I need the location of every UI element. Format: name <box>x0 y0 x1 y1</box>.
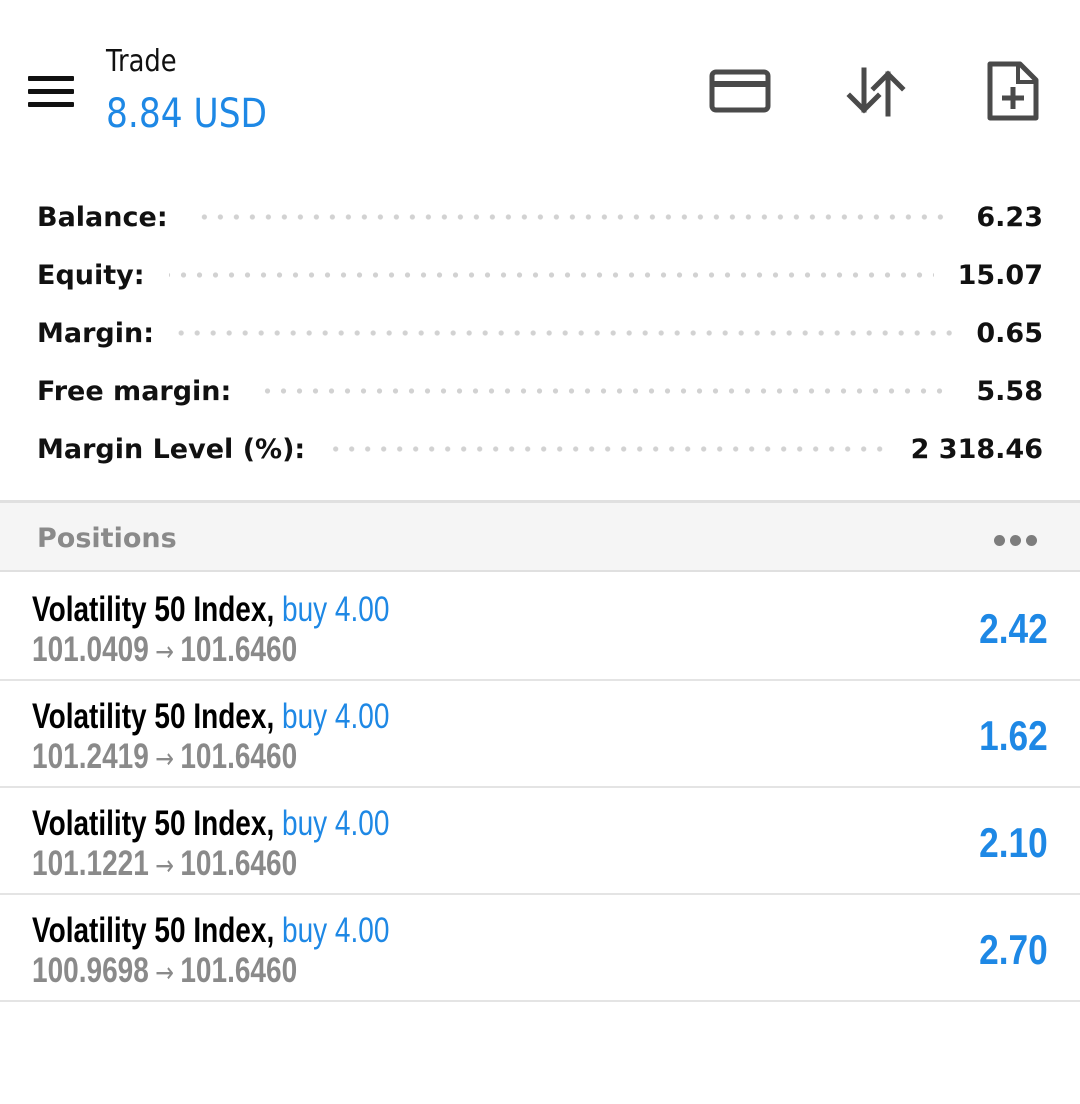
open-price: 101.2419 <box>32 737 149 776</box>
position-title: Volatility 50 Index, buy 4.00 <box>32 588 389 632</box>
position-title: Volatility 50 Index, buy 4.00 <box>32 802 389 846</box>
position-title: Volatility 50 Index, buy 4.00 <box>32 909 389 953</box>
position-profit: 2.10 <box>979 819 1048 866</box>
dot-leader <box>191 214 953 220</box>
position-symbol: Volatility 50 Index, <box>32 804 275 843</box>
arrow-right-icon: → <box>155 742 174 775</box>
position-direction: buy 4.00 <box>282 804 390 843</box>
summary-row-balance: Balance: 6.23 <box>37 188 1043 246</box>
menu-icon[interactable] <box>26 72 78 112</box>
position-row[interactable]: Volatility 50 Index, buy 4.00 101.0409 → 1… <box>0 574 1080 681</box>
dot-leader <box>255 388 953 394</box>
position-row[interactable]: Volatility 50 Index, buy 4.00 101.2419 → 1… <box>0 681 1080 788</box>
position-profit: 2.70 <box>979 926 1048 973</box>
new-order-button[interactable] <box>980 60 1044 124</box>
arrow-right-icon: → <box>155 956 174 989</box>
account-summary: Balance: 6.23 Equity: 15.07 Margin: 0.65… <box>37 188 1043 478</box>
summary-value: 15.07 <box>957 259 1043 291</box>
position-profit: 2.42 <box>979 605 1048 652</box>
summary-row-margin: Margin: 0.65 <box>37 304 1043 362</box>
more-options-icon[interactable] <box>992 525 1040 555</box>
position-prices: 101.2419 → 101.6460 <box>32 736 297 780</box>
deposit-button[interactable] <box>708 60 772 124</box>
position-prices: 101.0409 → 101.6460 <box>32 629 297 673</box>
summary-value: 0.65 <box>976 317 1043 349</box>
positions-list: Volatility 50 Index, buy 4.00 101.0409 → 1… <box>0 574 1080 1002</box>
positions-header: Positions <box>0 500 1080 572</box>
sort-icon <box>846 67 906 117</box>
summary-label: Free margin: <box>37 375 232 407</box>
arrow-right-icon: → <box>155 635 174 668</box>
position-prices: 100.9698 → 101.6460 <box>32 950 297 994</box>
dot-leader <box>178 330 953 336</box>
summary-value: 6.23 <box>976 201 1043 233</box>
open-price: 101.1221 <box>32 844 149 883</box>
current-price: 101.6460 <box>180 844 298 883</box>
summary-value: 5.58 <box>976 375 1043 407</box>
position-symbol: Volatility 50 Index, <box>32 911 275 950</box>
summary-label: Margin Level (%): <box>37 433 306 465</box>
position-direction: buy 4.00 <box>282 911 390 950</box>
position-row[interactable]: Volatility 50 Index, buy 4.00 101.1221 → 1… <box>0 788 1080 895</box>
summary-row-equity: Equity: 15.07 <box>37 246 1043 304</box>
summary-value: 2 318.46 <box>910 433 1043 465</box>
summary-row-margin-level: Margin Level (%): 2 318.46 <box>37 420 1043 478</box>
position-symbol: Volatility 50 Index, <box>32 590 275 629</box>
credit-card-icon <box>709 69 771 113</box>
dot-leader <box>329 446 887 452</box>
arrow-right-icon: → <box>155 849 174 882</box>
positions-title: Positions <box>37 523 177 554</box>
position-direction: buy 4.00 <box>282 590 390 629</box>
new-order-icon <box>987 61 1039 121</box>
open-price: 101.0409 <box>32 630 149 669</box>
dot-leader <box>168 272 934 278</box>
position-title: Volatility 50 Index, buy 4.00 <box>32 695 389 739</box>
position-symbol: Volatility 50 Index, <box>32 697 275 736</box>
current-price: 101.6460 <box>180 630 298 669</box>
open-price: 100.9698 <box>32 951 149 990</box>
summary-label: Equity: <box>37 259 145 291</box>
position-prices: 101.1221 → 101.6460 <box>32 843 297 887</box>
position-direction: buy 4.00 <box>282 697 390 736</box>
summary-label: Balance: <box>37 201 168 233</box>
position-row[interactable]: Volatility 50 Index, buy 4.00 100.9698 → 1… <box>0 895 1080 1002</box>
account-total: 8.84 USD <box>106 91 268 137</box>
summary-label: Margin: <box>37 317 155 349</box>
title-block: Trade 8.84 USD <box>106 40 293 140</box>
summary-row-free-margin: Free margin: 5.58 <box>37 362 1043 420</box>
position-profit: 1.62 <box>979 712 1048 759</box>
app-header: Trade 8.84 USD <box>0 0 1080 180</box>
page-title: Trade <box>106 44 177 79</box>
current-price: 101.6460 <box>180 951 298 990</box>
current-price: 101.6460 <box>180 737 298 776</box>
sort-button[interactable] <box>844 60 908 124</box>
